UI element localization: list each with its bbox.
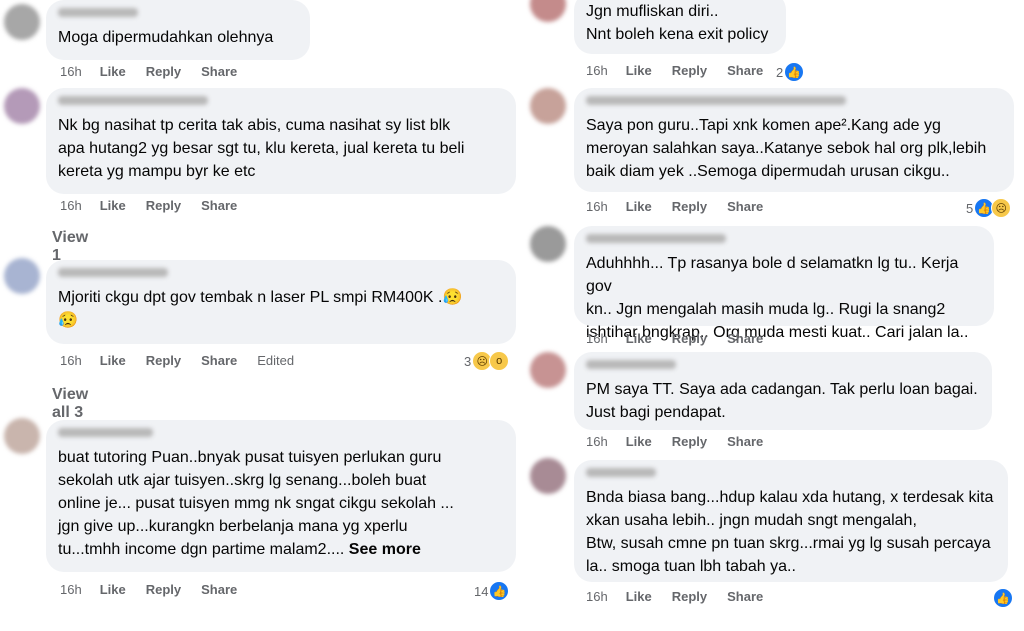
reply-button[interactable]: Reply [672,434,707,449]
share-button[interactable]: Share [201,582,237,597]
timestamp[interactable]: 16h [60,198,82,213]
reaction-summary[interactable]: 5 👍 ☹ [964,197,1014,219]
avatar[interactable] [530,458,566,494]
author-name[interactable] [586,360,676,369]
sad-emoji-icon: 😥 [58,312,78,329]
share-button[interactable]: Share [727,331,763,346]
timestamp[interactable]: 16h [60,64,82,79]
comment-text-body: Mjoriti ckgu dpt gov tembak n laser PL s… [58,289,443,306]
reaction-count: 3 [464,353,472,369]
reply-button[interactable]: Reply [672,331,707,346]
share-button[interactable]: Share [727,589,763,604]
timestamp[interactable]: 16h [586,434,608,449]
timestamp[interactable]: 16h [586,331,608,346]
reply-button[interactable]: Reply [146,582,181,597]
reaction-count: 5 [966,200,974,216]
column-divider [520,0,522,631]
reply-button[interactable]: Reply [672,589,707,604]
like-button[interactable]: Like [626,434,652,449]
timestamp[interactable]: 16h [60,582,82,597]
comment-text: Moga dipermudahkan olehnya [58,29,274,46]
reaction-count: 2 [776,64,784,80]
sad-reaction-icon: ☹ [991,198,1012,218]
see-more-link[interactable]: See more [349,541,421,558]
like-reaction-icon: 👍 [489,581,510,601]
comment-bubble: Saya pon guru..Tapi xnk komen ape².Kang … [574,88,1014,192]
author-name[interactable] [58,96,208,105]
comment-actions: 16h Like Reply Share [586,63,783,78]
author-name[interactable] [586,468,656,477]
share-button[interactable]: Share [727,434,763,449]
timestamp[interactable]: 16h [60,353,82,368]
comment-text: Nk bg nasihat tp cerita tak abis, cuma n… [58,117,465,180]
timestamp[interactable]: 16h [586,199,608,214]
like-button[interactable]: Like [626,589,652,604]
wow-reaction-icon: o [489,351,510,371]
comment-bubble: buat tutoring Puan..bnyak pusat tuisyen … [46,420,516,572]
avatar[interactable] [530,226,566,262]
like-button[interactable]: Like [100,582,126,597]
comment-actions: 16h Like Reply Share [586,589,783,604]
like-button[interactable]: Like [626,331,652,346]
reaction-summary[interactable]: 2 👍 [774,61,807,83]
reply-button[interactable]: Reply [672,63,707,78]
comment-actions: 16h Like Reply Share [60,198,257,213]
share-button[interactable]: Share [201,353,237,368]
reply-button[interactable]: Reply [672,199,707,214]
avatar[interactable] [4,4,40,40]
comment-text: buat tutoring Puan..bnyak pusat tuisyen … [58,446,504,561]
avatar[interactable] [530,88,566,124]
comment-bubble: Mjoriti ckgu dpt gov tembak n laser PL s… [46,260,516,344]
comment-bubble: Moga dipermudahkan olehnya [46,0,310,60]
comment-text: Mjoriti ckgu dpt gov tembak n laser PL s… [58,286,504,332]
reply-button[interactable]: Reply [146,64,181,79]
comment-text: Bnda biasa bang...hdup kalau xda hutang,… [586,489,994,575]
comment-bubble: PM saya TT. Saya ada cadangan. Tak perlu… [574,352,992,430]
comment-bubble: Aduhhhh... Tp rasanya bole d selamatkn l… [574,226,994,341]
comment-actions: 16h Like Reply Share [586,331,783,346]
share-button[interactable]: Share [727,63,763,78]
comment-text: Saya pon guru..Tapi xnk komen ape².Kang … [586,117,987,180]
author-name[interactable] [586,96,846,105]
comment-text: Jgn mufliskan diri.. Nnt boleh kena exit… [586,3,769,43]
edited-label: Edited [257,353,295,368]
author-name[interactable] [58,428,153,437]
timestamp[interactable]: 16h [586,63,608,78]
comment-text: PM saya TT. Saya ada cadangan. Tak perlu… [586,381,978,421]
like-button[interactable]: Like [100,64,126,79]
avatar[interactable] [4,418,40,454]
avatar[interactable] [4,88,40,124]
comment-bubble: Jgn mufliskan diri.. Nnt boleh kena exit… [574,0,786,54]
like-reaction-icon: 👍 [784,62,805,82]
sad-emoji-icon: 😥 [442,289,463,306]
share-button[interactable]: Share [201,64,237,79]
author-name[interactable] [586,234,726,243]
share-button[interactable]: Share [201,198,237,213]
comment-bubble: Bnda biasa bang...hdup kalau xda hutang,… [574,460,1008,582]
like-button[interactable]: Like [626,199,652,214]
comment-actions: 16h Like Reply Share [586,434,783,449]
reaction-summary[interactable]: 3 ☹ o [462,350,512,372]
comment-actions: 16h Like Reply Share [60,64,257,79]
avatar[interactable] [530,352,566,388]
comment-actions: 16h Like Reply Share Edited [60,353,314,368]
timestamp[interactable]: 16h [586,589,608,604]
comment-actions: 16h Like Reply Share [586,199,783,214]
reply-button[interactable]: Reply [146,198,181,213]
like-button[interactable]: Like [100,198,126,213]
share-button[interactable]: Share [727,199,763,214]
comment-bubble: Nk bg nasihat tp cerita tak abis, cuma n… [46,88,516,194]
reaction-summary[interactable]: 14 👍 [472,580,512,602]
avatar[interactable] [4,258,40,294]
author-name[interactable] [58,8,138,17]
like-reaction-icon: 👍 [993,588,1013,608]
reaction-summary[interactable]: 👍 [993,587,1015,609]
avatar[interactable] [530,0,566,22]
like-button[interactable]: Like [626,63,652,78]
reaction-count: 14 [474,583,489,599]
author-name[interactable] [58,268,168,277]
comment-actions: 16h Like Reply Share [60,582,257,597]
reply-button[interactable]: Reply [146,353,181,368]
like-button[interactable]: Like [100,353,126,368]
